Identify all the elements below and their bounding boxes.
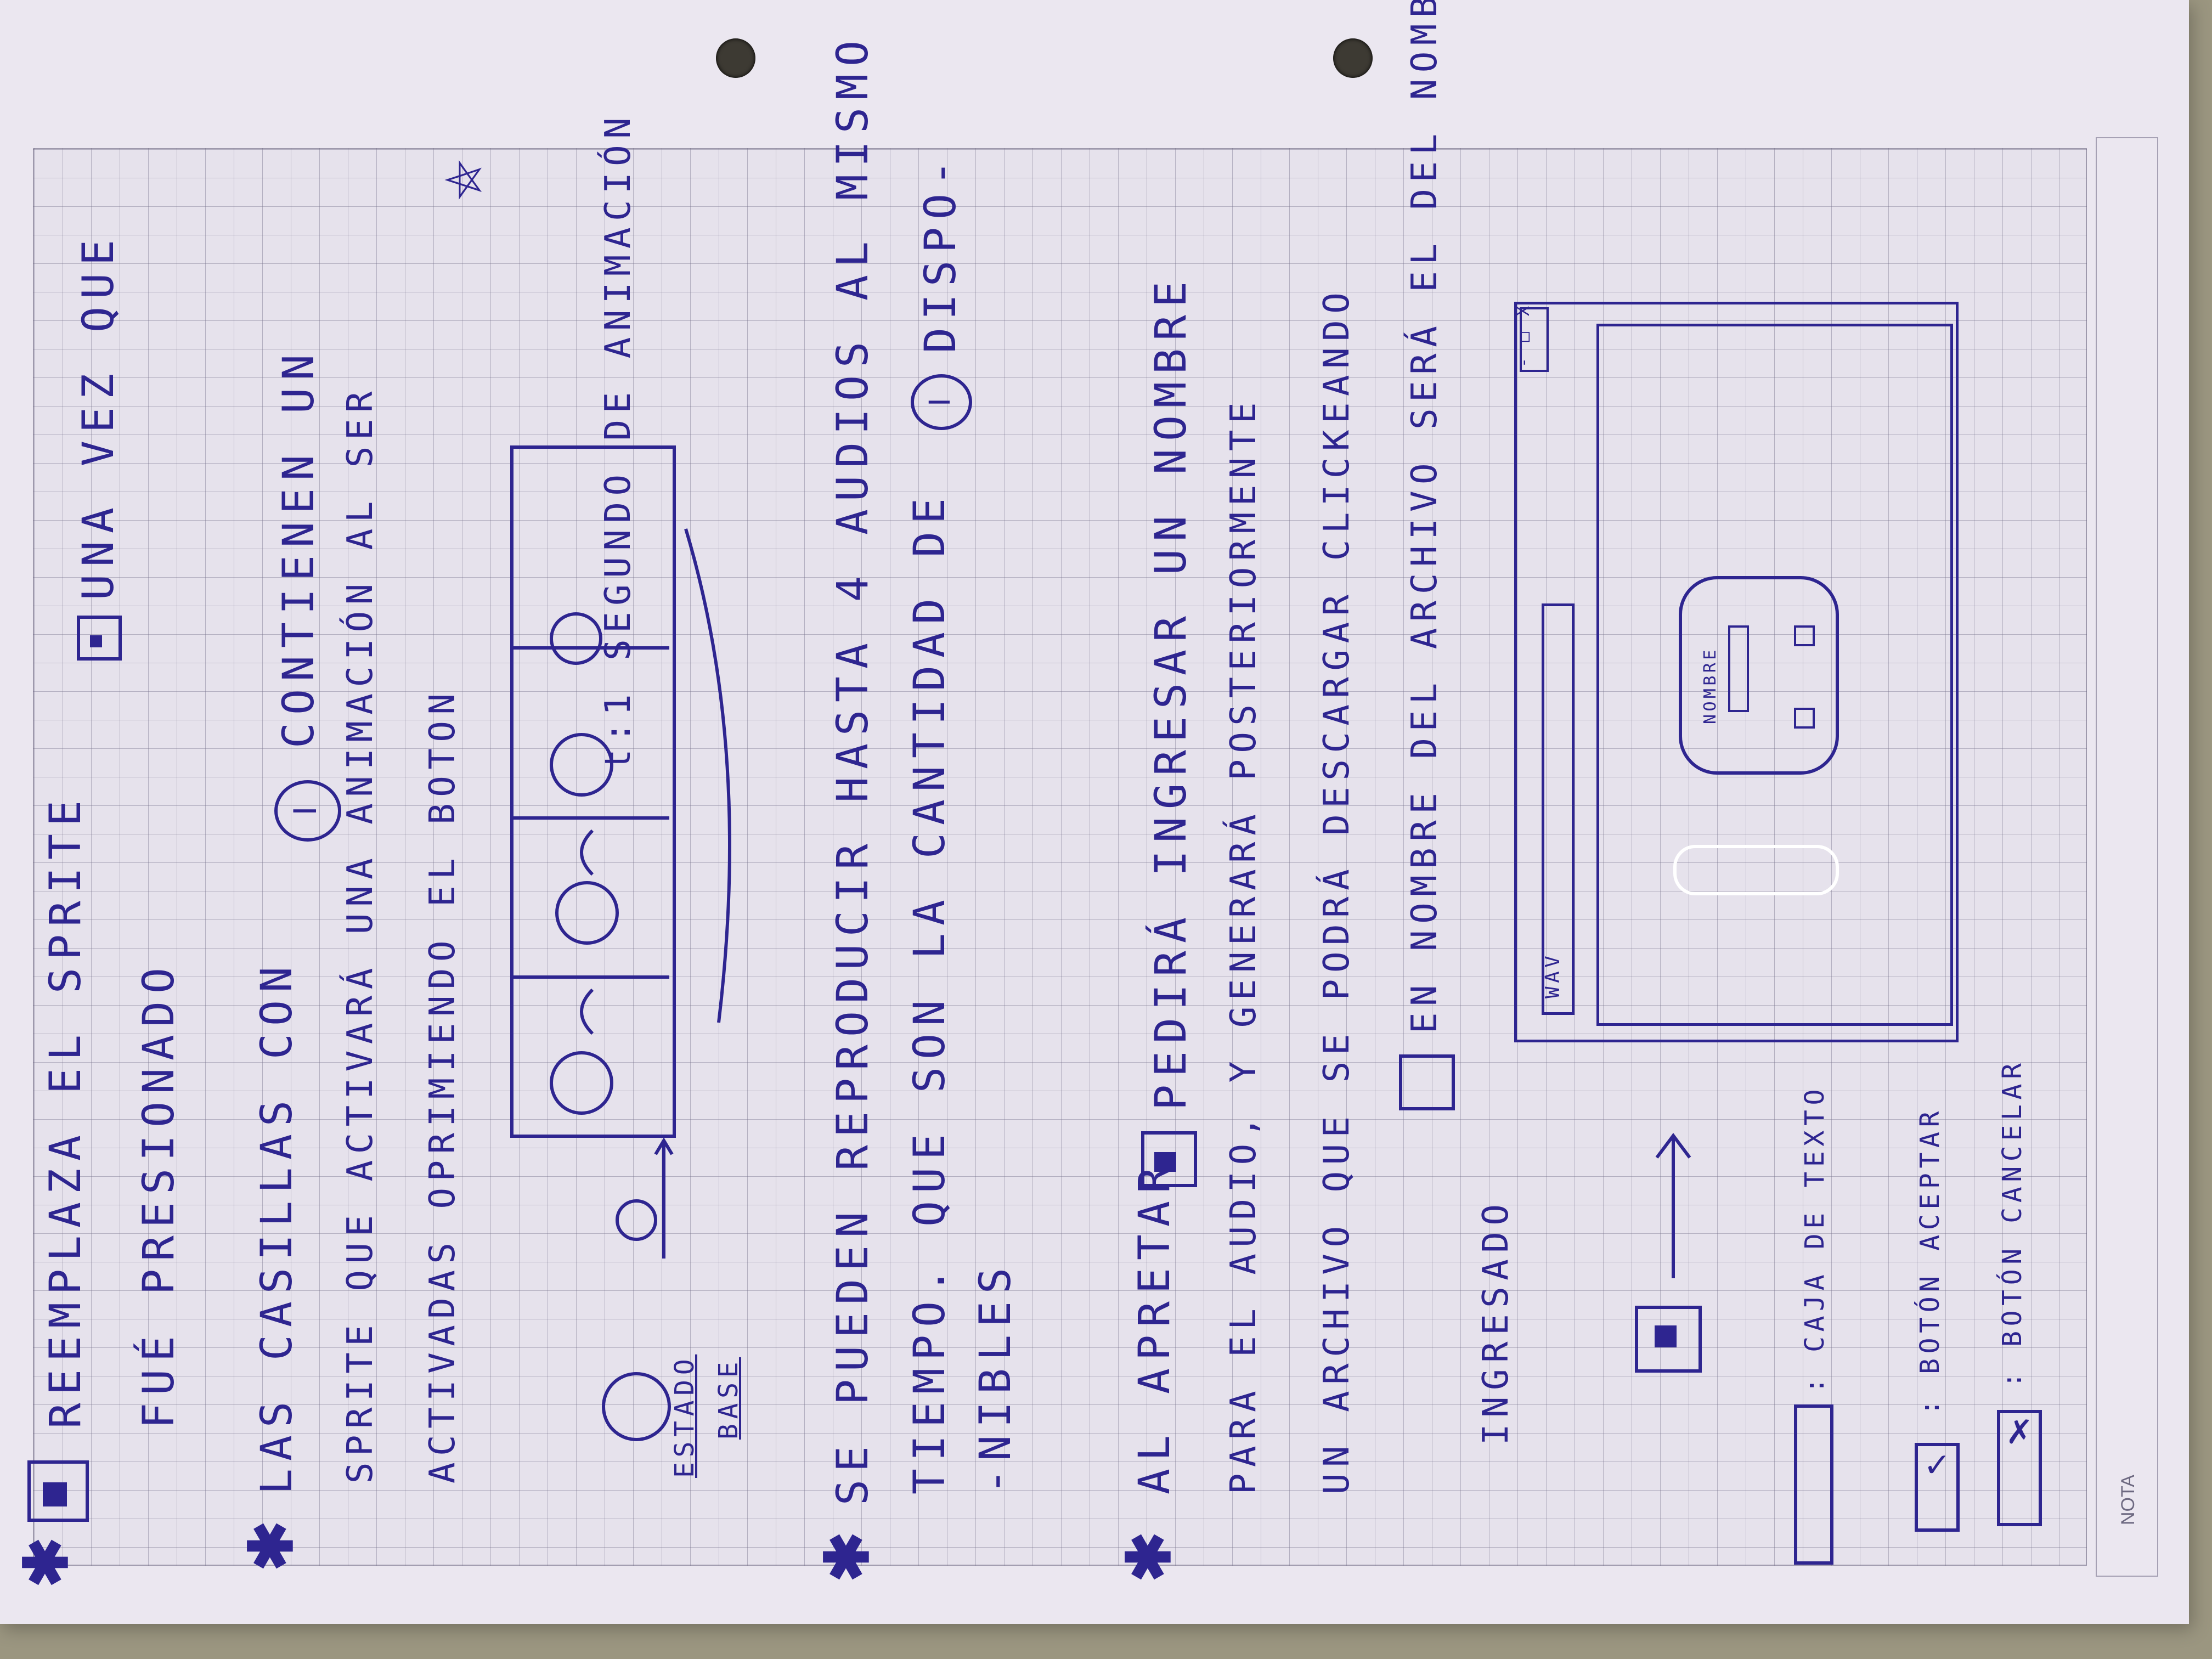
record-icon-fill	[1154, 1152, 1176, 1172]
note2-time: t:1 SEGUNDO DE ANIMACIÓN	[598, 111, 639, 770]
roman-one-mark: I	[911, 374, 972, 430]
note4-line5: INGRESADO	[1476, 1198, 1516, 1445]
bullet-star: ✱	[814, 1531, 881, 1582]
record-icon	[1141, 1131, 1197, 1187]
window-control-text: - □ X	[1514, 303, 1533, 368]
note3-line2: TIEMPO. QUE SON LA CANTIDAD DE	[905, 490, 955, 1494]
sprite-icon-fill	[43, 1482, 67, 1506]
note4-line4: EN NOMBRE DEL ARCHIVO SERÁ EL DEL NOMBRE	[1404, 0, 1445, 1034]
name-dialog-cancel	[1794, 708, 1815, 729]
sprite-icon	[27, 1460, 89, 1522]
name-dialog-textbox	[1728, 625, 1749, 712]
base-state-face	[602, 1372, 671, 1441]
face-frame-1	[550, 1051, 613, 1115]
legend-textbox-swatch	[1794, 1404, 1833, 1565]
taskbar-label: WAV	[1542, 952, 1564, 998]
legend-textbox-label: : CAJA DE TEXTO	[1799, 1084, 1830, 1393]
roman-one-mark: I	[274, 780, 341, 842]
loop-arrow-2	[580, 829, 594, 876]
flow-arrow	[1655, 1133, 1691, 1278]
pentagram-icon: ⛤	[437, 160, 492, 200]
download-icon	[1399, 1054, 1455, 1110]
hand-cursor-sketch	[1673, 845, 1839, 895]
base-state-label-2: BASE	[713, 1357, 744, 1440]
note3-line3: -NIBLES	[971, 1260, 1020, 1494]
legend-cancel-swatch: ✗	[1997, 1410, 2042, 1526]
pentagram-circle	[616, 1199, 657, 1241]
note3-line2b: DISPO-	[916, 153, 966, 353]
bullet-star: ✱	[13, 1537, 80, 1588]
note1-line1: REEMPLAZA EL SPRITE	[41, 793, 91, 1429]
note2-line2: SPRITE QUE ACTIVARÁ UNA ANIMACIÓN AL SER	[340, 385, 381, 1483]
legend-accept-swatch: ✓	[1915, 1443, 1960, 1532]
face-frame-4	[550, 612, 602, 665]
note1-line1b: UNA VEZ QUE	[74, 232, 123, 600]
face-frame-2	[555, 881, 619, 945]
sprite-icon	[77, 616, 122, 661]
note4-line1b: PEDIRÁ INGRESAR UN NOMBRE	[1147, 274, 1196, 1110]
note4-line1: AL APRETAR	[1130, 1160, 1180, 1494]
loop-arrow-1	[580, 988, 594, 1035]
record-icon-small-fill	[1655, 1325, 1677, 1347]
legend-cancel-label: : BOTÓN CANCELAR	[1997, 1058, 2028, 1388]
record-icon-small	[1635, 1306, 1702, 1373]
note4-line3: UN ARCHIVO QUE SE PODRÁ DESCARGAR CLICKE…	[1317, 286, 1357, 1494]
bullet-star: ✱	[1115, 1531, 1183, 1582]
base-state-label-1: ESTADO	[669, 1354, 700, 1478]
note1-line2: FUÉ PRESIONADO	[134, 960, 184, 1429]
name-dialog-accept	[1794, 625, 1815, 646]
note4-line2: PARA EL AUDIO, Y GENERARÁ POSTERIORMENTE	[1223, 396, 1264, 1494]
note2-line1: LAS CASILLAS CON	[252, 959, 302, 1494]
note3-line1: SE PUEDEN REPRODUCIR HASTA 4 AUDIOS AL M…	[828, 33, 878, 1505]
loop-return-arrow	[684, 528, 731, 1023]
note2-line1b: CONTIENEN UN	[274, 347, 324, 748]
bullet-star: ✱	[238, 1520, 305, 1571]
legend-accept-label: : BOTÓN ACEPTAR	[1915, 1106, 1945, 1415]
name-dialog-label: NOMBRE	[1701, 647, 1720, 724]
sprite-icon-fill	[90, 635, 102, 647]
